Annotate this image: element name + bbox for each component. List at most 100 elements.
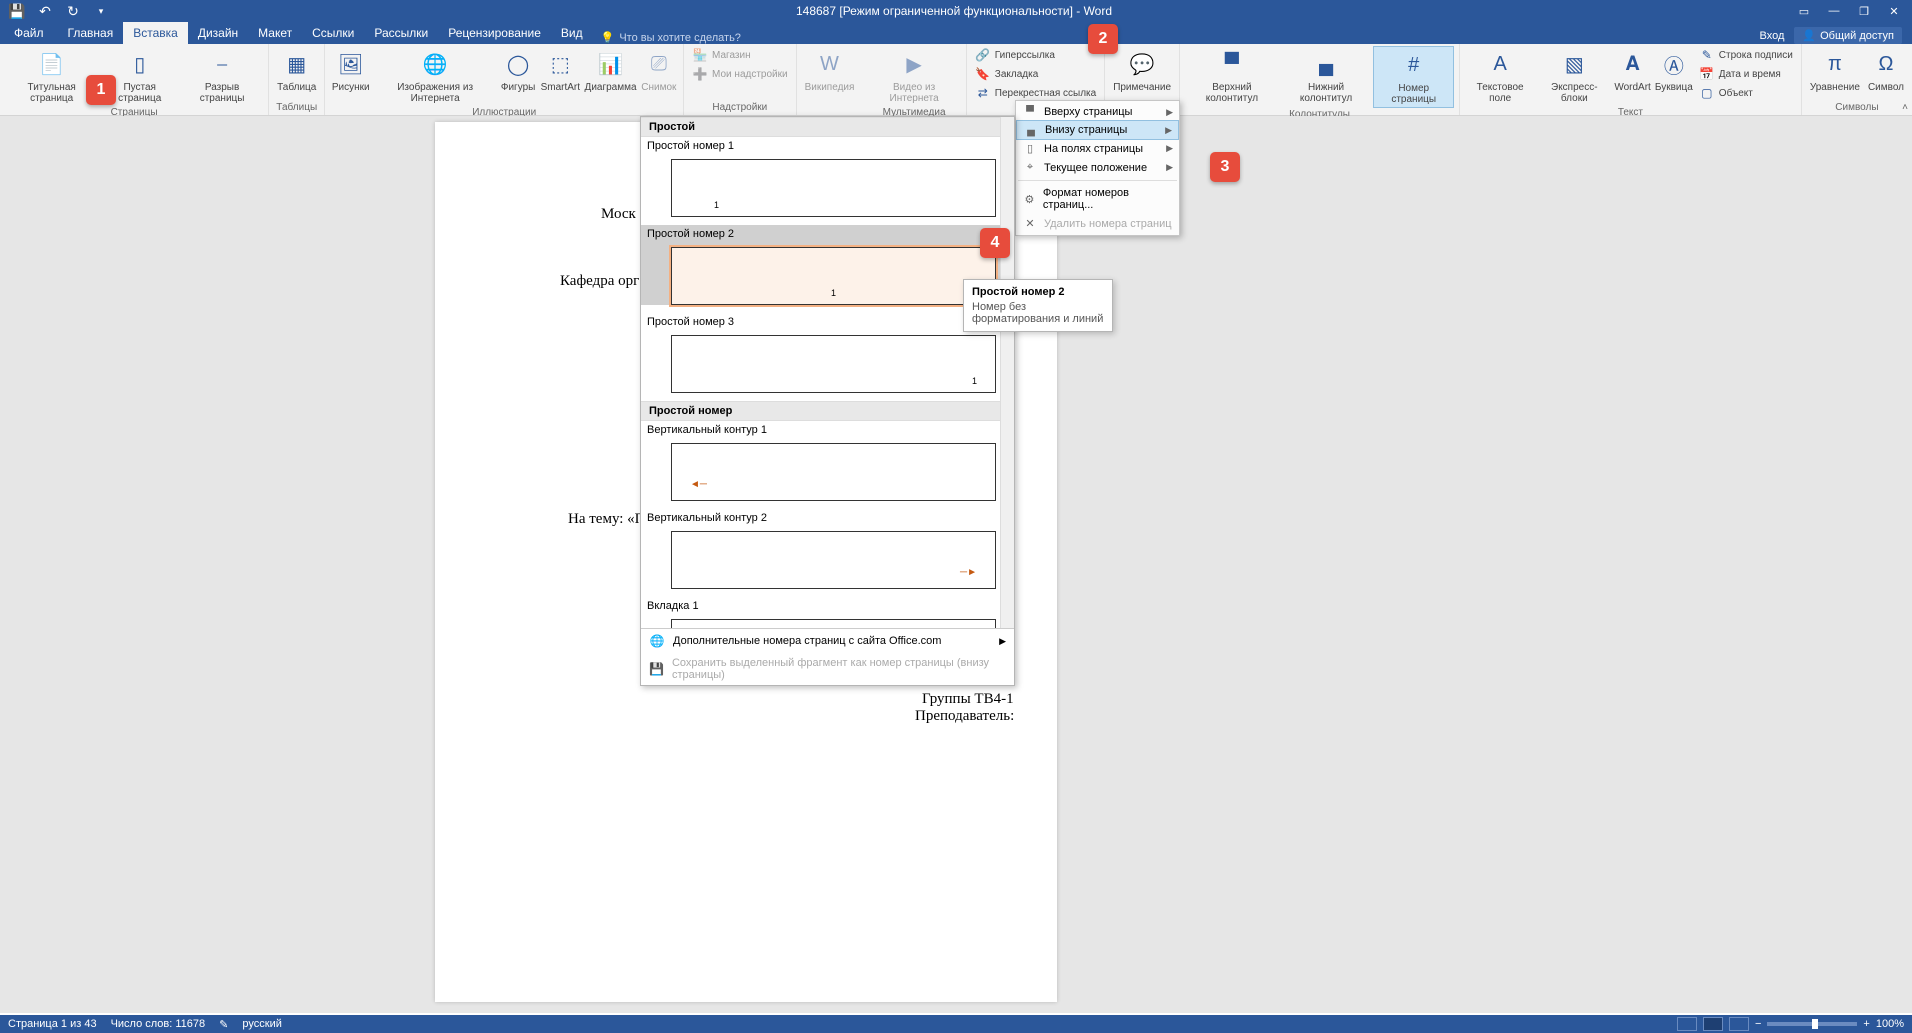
equation-button[interactable]: πУравнение (1807, 46, 1863, 95)
zoom-out-button[interactable]: − (1755, 1018, 1761, 1030)
redo-icon[interactable]: ↻ (64, 2, 82, 20)
tab-home[interactable]: Главная (58, 22, 124, 44)
share-icon: 👤 (1802, 29, 1816, 42)
signature-line-button[interactable]: ✎Строка подписи (1696, 46, 1796, 64)
status-word-count[interactable]: Число слов: 11678 (111, 1018, 206, 1030)
current-pos-icon: ⌖ (1022, 161, 1038, 174)
gallery-scrollbar[interactable] (1000, 117, 1014, 628)
gallery-item-simple-1[interactable]: 1 (671, 159, 996, 217)
window-title: 148687 [Режим ограниченной функционально… (118, 4, 1790, 18)
zoom-slider[interactable] (1767, 1022, 1857, 1026)
bottom-page-icon: ▄ (1023, 124, 1039, 136)
online-video-button: ▶Видео из Интернета (867, 46, 960, 106)
group-pages: 📄Титульная страница ▯Пустая страница ⎯Ра… (0, 44, 269, 115)
ribbon-options-icon[interactable]: ▭ (1790, 1, 1818, 21)
zoom-level[interactable]: 100% (1876, 1018, 1904, 1030)
gallery-tooltip: Простой номер 2 Номер без форматирования… (963, 279, 1113, 332)
view-read-mode[interactable] (1677, 1017, 1697, 1031)
share-button[interactable]: 👤 Общий доступ (1794, 27, 1902, 44)
menu-current-position[interactable]: ⌖Текущее положение▶ (1016, 158, 1179, 177)
qat-dropdown-icon[interactable]: ▾ (92, 2, 110, 20)
bookmark-button[interactable]: 🔖Закладка (972, 65, 1099, 83)
collapse-ribbon-icon[interactable]: ˄ (1902, 102, 1908, 113)
menu-format-numbers[interactable]: ⚙Формат номеров страниц... (1016, 184, 1179, 214)
hyperlink-button[interactable]: 🔗Гиперссылка (972, 46, 1099, 64)
smartart-icon: ⬚ (544, 48, 576, 80)
comment-button[interactable]: 💬Примечание (1110, 46, 1174, 95)
menu-top-of-page[interactable]: ▀Вверху страницы▶ (1016, 103, 1179, 121)
gallery-item-simple-2[interactable]: 1 (671, 247, 996, 305)
maximize-icon[interactable]: ❐ (1850, 1, 1878, 21)
callout-1: 1 (86, 75, 116, 105)
status-proofing-icon[interactable]: ✎ (219, 1018, 228, 1031)
ribbon: 📄Титульная страница ▯Пустая страница ⎯Ра… (0, 44, 1912, 116)
chevron-right-icon: ▶ (1165, 125, 1172, 136)
gallery-item-vcontour-1[interactable]: ◄─ (671, 443, 996, 501)
symbol-button[interactable]: ΩСимвол (1865, 46, 1907, 95)
undo-icon[interactable]: ↶ (36, 2, 54, 20)
tell-me-search[interactable]: 💡 Что вы хотите сделать? (601, 31, 741, 44)
wordart-button[interactable]: 𝐀WordArt (1613, 46, 1652, 95)
chart-button[interactable]: 📊Диаграмма (584, 46, 638, 95)
view-web-layout[interactable] (1729, 1017, 1749, 1031)
tab-insert[interactable]: Вставка (123, 22, 188, 44)
callout-4: 4 (980, 228, 1010, 258)
group-symbols-label: Символы (1807, 101, 1907, 115)
view-print-layout[interactable] (1703, 1017, 1723, 1031)
page-number-button[interactable]: #Номер страницы (1373, 46, 1454, 108)
tab-design[interactable]: Дизайн (188, 22, 248, 44)
save-icon[interactable]: 💾 (8, 2, 26, 20)
video-icon: ▶ (898, 48, 930, 80)
share-label: Общий доступ (1820, 30, 1894, 42)
tab-mailings[interactable]: Рассылки (364, 22, 438, 44)
tab-file[interactable]: Файл (0, 22, 58, 44)
symbol-icon: Ω (1870, 48, 1902, 80)
callout-3: 3 (1210, 152, 1240, 182)
my-addins-button: ➕Мои надстройки (689, 65, 791, 83)
status-page[interactable]: Страница 1 из 43 (8, 1018, 97, 1030)
signin-link[interactable]: Вход (1760, 30, 1785, 42)
remove-icon: ✕ (1022, 217, 1038, 230)
online-pictures-button[interactable]: 🌐Изображения из Интернета (373, 46, 497, 106)
minimize-icon[interactable]: — (1820, 1, 1848, 21)
pictures-button[interactable]: 🖼Рисунки (330, 46, 371, 95)
doc-line-4: Группы ТВ4-1 (922, 691, 1014, 708)
tooltip-desc: Номер без форматирования и линий (972, 301, 1104, 325)
lightbulb-icon: 💡 (601, 31, 615, 44)
tab-review[interactable]: Рецензирование (438, 22, 551, 44)
smartart-button[interactable]: ⬚SmartArt (539, 46, 581, 95)
tab-layout[interactable]: Макет (248, 22, 302, 44)
chevron-right-icon: ▶ (1166, 143, 1173, 154)
gallery-item-vcontour-2[interactable]: ─► (671, 531, 996, 589)
menu-bottom-of-page[interactable]: ▄Внизу страницы▶ (1016, 120, 1179, 140)
comment-icon: 💬 (1126, 48, 1158, 80)
zoom-in-button[interactable]: + (1863, 1018, 1869, 1030)
menu-page-margins[interactable]: ▯На полях страницы▶ (1016, 139, 1179, 158)
table-button[interactable]: ▦Таблица (274, 46, 319, 95)
tab-references[interactable]: Ссылки (302, 22, 364, 44)
gallery-more-from-office[interactable]: 🌐Дополнительные номера страниц с сайта O… (641, 629, 1014, 653)
quick-access-toolbar: 💾 ↶ ↻ ▾ (0, 2, 118, 20)
footer-button[interactable]: ▄Нижний колонтитул (1281, 46, 1372, 106)
page-break-button[interactable]: ⎯Разрыв страницы (181, 46, 263, 106)
drop-cap-button[interactable]: ⒶБуквица (1654, 46, 1694, 95)
wikipedia-icon: W (814, 48, 846, 80)
group-addins: 🏪Магазин ➕Мои надстройки Надстройки (684, 44, 797, 115)
tab-view[interactable]: Вид (551, 22, 593, 44)
gallery-item-tab-1[interactable] (671, 619, 996, 628)
date-time-button[interactable]: 📅Дата и время (1696, 65, 1796, 83)
header-button[interactable]: ▀Верхний колонтитул (1185, 46, 1279, 106)
cover-page-button[interactable]: 📄Титульная страница (5, 46, 98, 106)
quick-parts-button[interactable]: ▧Экспресс- блоки (1537, 46, 1611, 106)
close-icon[interactable]: ✕ (1880, 1, 1908, 21)
object-button[interactable]: ▢Объект (1696, 84, 1796, 102)
doc-line-3: На тему: «П (568, 511, 646, 528)
menu-remove-numbers: ✕Удалить номера страниц (1016, 214, 1179, 233)
status-language[interactable]: русский (242, 1018, 281, 1030)
wordart-icon: 𝐀 (1617, 48, 1649, 80)
gallery-item-simple-3[interactable]: 1 (671, 335, 996, 393)
group-symbols: πУравнение ΩСимвол Символы (1802, 44, 1912, 115)
text-box-button[interactable]: AТекстовое поле (1465, 46, 1535, 106)
header-icon: ▀ (1216, 48, 1248, 80)
shapes-button[interactable]: ◯Фигуры (499, 46, 537, 95)
